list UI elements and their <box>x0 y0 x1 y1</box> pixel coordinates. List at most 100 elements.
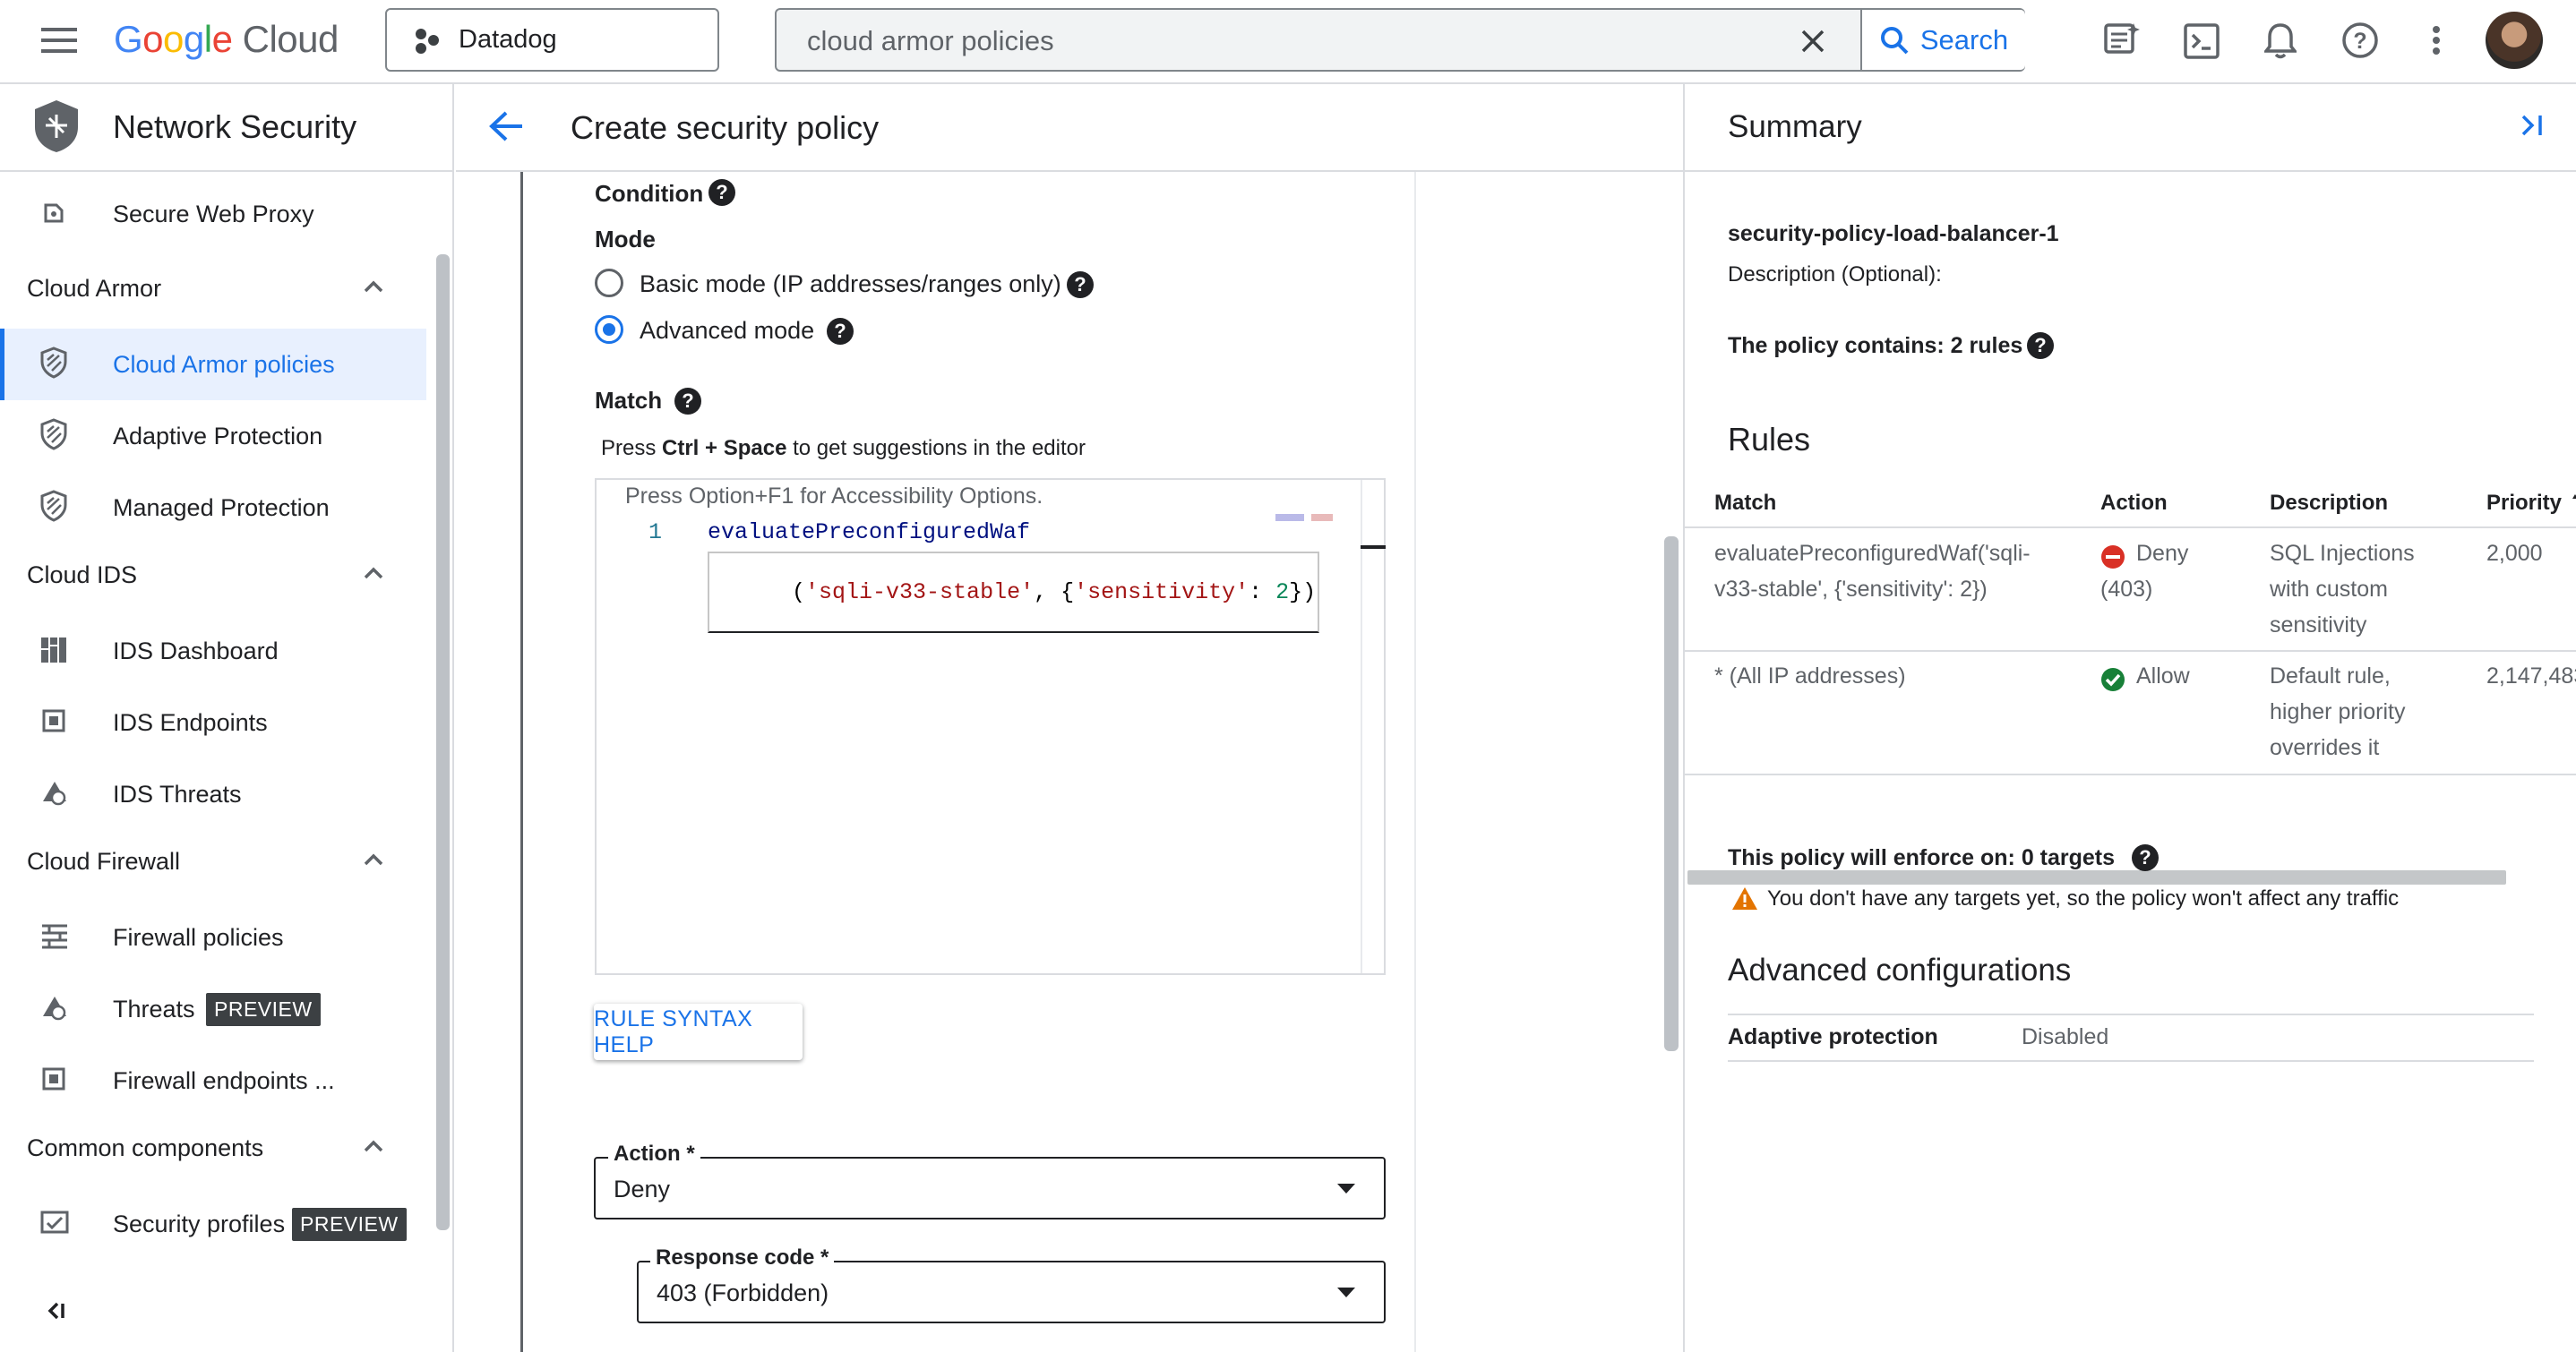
help-icon[interactable]: ? <box>2132 844 2159 871</box>
chevron-up-icon <box>364 567 383 579</box>
collapse-left-icon <box>47 1302 64 1320</box>
nav-item-security-profiles[interactable]: Security profiles PREVIEW <box>0 1197 426 1251</box>
cell-line: sensitivity <box>2270 612 2367 637</box>
help-icon[interactable]: ? <box>674 388 701 415</box>
code-token: }) <box>1289 579 1317 605</box>
help-icon[interactable]: ? <box>708 179 735 206</box>
line-number: 1 <box>648 519 663 545</box>
table-row[interactable]: * (All IP addresses) Allow Default rule,… <box>1685 652 2576 775</box>
main-content: Create security policy Condition ? Mode … <box>456 84 1683 1352</box>
hint-suffix: to get suggestions in the editor <box>786 436 1086 460</box>
adaptive-protection-value: Disabled <box>2022 1024 2109 1049</box>
nav-item-label: Managed Protection <box>113 494 330 521</box>
help-icon[interactable]: ? <box>1067 271 1094 298</box>
cell-description: SQL Injections with custom sensitivity <box>2270 535 2476 643</box>
nav-item-managed-protection[interactable]: Managed Protection <box>0 481 426 535</box>
table-horizontal-scrollbar[interactable] <box>1687 870 2506 885</box>
nav-section-label: Cloud Armor <box>27 275 162 302</box>
rules-heading: Rules <box>1728 421 1811 458</box>
cell-line: Deny <box>2136 541 2189 566</box>
search-button[interactable]: Search <box>1860 10 2025 70</box>
nav-scrollbar[interactable] <box>436 254 450 1230</box>
table-row[interactable]: evaluatePreconfiguredWaf('sqli- v33-stab… <box>1685 528 2576 652</box>
nav-item-ids-dashboard[interactable]: IDS Dashboard <box>0 624 426 678</box>
editor-scrollbar-track[interactable] <box>1361 480 1362 973</box>
nav-item-adaptive-protection[interactable]: Adaptive Protection <box>0 409 426 463</box>
nav-item-firewall-endpoints[interactable]: Firewall endpoints ... <box>0 1054 426 1108</box>
close-panel-button[interactable] <box>2520 113 2545 138</box>
advanced-mode-radio[interactable]: Advanced mode <box>595 312 953 348</box>
clear-search-icon[interactable] <box>1800 29 1825 54</box>
terminal-icon[interactable] <box>2184 23 2220 59</box>
nav-section-label: Common components <box>27 1134 264 1161</box>
chevron-up-icon <box>364 280 383 293</box>
avatar[interactable] <box>2486 12 2543 69</box>
arrow-back-icon <box>489 111 522 141</box>
firewall-icon <box>42 924 67 949</box>
enforce-text: This policy will enforce on: 0 targets <box>1728 845 2116 870</box>
nav-section-common-components[interactable]: Common components <box>0 1123 426 1173</box>
policy-description: Description (Optional): <box>1728 262 1942 287</box>
action-select[interactable]: Deny <box>594 1157 1386 1219</box>
search-input[interactable]: cloud armor policies <box>807 25 1054 57</box>
rules-count: The policy contains: 2 rules <box>1728 333 2023 358</box>
nav-item-firewall-policies[interactable]: Firewall policies <box>0 911 426 964</box>
code-line-1: evaluatePreconfiguredWaf <box>708 519 1031 545</box>
nav-section-label: Cloud IDS <box>27 561 138 588</box>
code-token: 2 <box>1275 579 1290 605</box>
radio-button[interactable] <box>595 269 623 297</box>
rule-syntax-help-button[interactable]: RULE SYNTAX HELP <box>594 1004 803 1060</box>
nav-item-label: Threats <box>113 996 195 1023</box>
editor-hint: Press Ctrl + Space to get suggestions in… <box>601 436 1086 461</box>
cell-line: v33-stable', {'sensitivity': 2}) <box>1714 577 1988 602</box>
editor-minimap <box>1275 514 1347 521</box>
cell-line: with custom <box>2270 577 2388 602</box>
column-header-match: Match <box>1714 491 1777 515</box>
code-editor[interactable]: Press Option+F1 for Accessibility Option… <box>595 478 1386 975</box>
warning-text: You don't have any targets yet, so the p… <box>1767 886 2400 911</box>
project-picker[interactable]: Datadog <box>385 8 719 72</box>
cell-priority: 2,000 <box>2486 541 2543 566</box>
help-icon[interactable]: ? <box>827 318 854 345</box>
menu-icon[interactable] <box>41 26 77 55</box>
nav-section-cloud-firewall[interactable]: Cloud Firewall <box>0 836 426 886</box>
cell-line: SQL Injections <box>2270 541 2415 566</box>
product-title: Network Security <box>113 108 357 145</box>
match-label: Match <box>595 387 663 414</box>
radio-button-selected[interactable] <box>595 315 623 344</box>
basic-mode-radio[interactable]: Basic mode (IP addresses/ranges only) <box>595 266 1132 302</box>
warning-icon <box>1732 887 1757 910</box>
nav-section-cloud-ids[interactable]: Cloud IDS <box>0 550 426 600</box>
nav-item-label: Security profiles <box>113 1211 286 1237</box>
main-scrollbar[interactable] <box>1664 536 1679 1051</box>
cell-line: Default rule, <box>2270 663 2391 689</box>
editor-cursor-marker <box>1361 545 1386 549</box>
nav-section-cloud-armor[interactable]: Cloud Armor <box>0 263 426 313</box>
collapse-nav-button[interactable] <box>45 1300 66 1322</box>
threats-icon <box>43 782 66 806</box>
shield-icon <box>40 347 67 379</box>
nav-item-ids-threats[interactable]: IDS Threats <box>0 767 426 821</box>
hint-keys: Ctrl + Space <box>662 436 787 460</box>
help-icon[interactable]: ? <box>2027 332 2054 359</box>
preview-badge: PREVIEW <box>206 993 321 1026</box>
proxy-icon <box>44 203 64 223</box>
nav-item-secure-web-proxy[interactable]: Secure Web Proxy <box>0 187 426 241</box>
notes-icon[interactable] <box>2103 21 2141 59</box>
nav-item-cloud-armor-policies[interactable]: Cloud Armor policies <box>0 338 426 391</box>
chevron-up-icon <box>364 853 383 866</box>
nav-item-ids-endpoints[interactable]: IDS Endpoints <box>0 696 426 749</box>
radio-label: Advanced mode <box>640 317 815 344</box>
search-bar[interactable]: cloud armor policies Search <box>775 8 2025 72</box>
nav-item-threats[interactable]: Threats PREVIEW <box>0 982 426 1036</box>
dashboard-icon <box>41 637 66 663</box>
more-vert-icon[interactable] <box>2432 25 2441 56</box>
google-cloud-logo[interactable]: Google Cloud <box>114 18 339 61</box>
cell-line: Allow <box>2136 663 2190 689</box>
page-title: Create security policy <box>571 109 880 146</box>
form-card-right-border <box>1414 172 1416 1352</box>
back-button[interactable] <box>488 109 524 143</box>
bell-icon[interactable] <box>2264 21 2297 59</box>
code-token: 'sensitivity' <box>1074 579 1249 605</box>
help-icon[interactable]: ? <box>2341 21 2379 59</box>
